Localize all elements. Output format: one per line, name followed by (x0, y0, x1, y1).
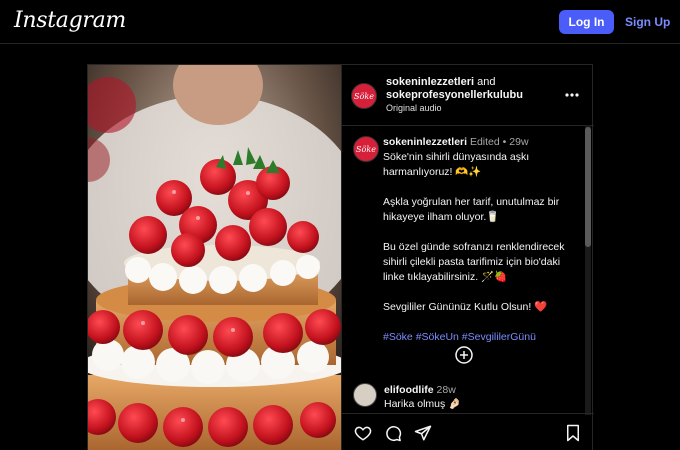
coauthor-name-link[interactable]: sokeprofesyonellerkulubu (386, 89, 561, 102)
comments-scrollbar[interactable] (585, 125, 591, 415)
and-text: and (474, 76, 496, 88)
author-avatar[interactable]: Söke (351, 83, 377, 109)
caption-time: 29w (509, 136, 529, 148)
post-image[interactable] (88, 65, 341, 450)
plus-circle-icon[interactable] (455, 346, 473, 364)
separator-dot: • (502, 136, 507, 148)
post-header: Söke sokeninlezzetleri and sokeprofesyon… (342, 65, 594, 126)
post-caption: sokeninlezzetleri Edited • 29w Söke'nin … (383, 135, 583, 345)
post-author-info: sokeninlezzetleri and sokeprofesyoneller… (386, 76, 561, 115)
post-actions-bar (342, 413, 594, 450)
audio-link[interactable]: Original audio (386, 102, 561, 115)
caption-line-4: Sevgililer Gününüz Kutlu Olsun! ❤️ (383, 301, 548, 313)
send-icon[interactable] (414, 424, 432, 442)
scrollbar-thumb[interactable] (585, 127, 591, 247)
author-name-link[interactable]: sokeninlezzetleri (386, 76, 474, 88)
caption-line-3: Bu özel günde sofranızı renklendirecek s… (383, 241, 565, 283)
instagram-logo[interactable]: Instagram (14, 8, 126, 33)
avatar-logo-text: Söke (354, 91, 374, 101)
login-button[interactable]: Log In (559, 10, 614, 34)
cake-photo (88, 65, 341, 450)
commenter-name-link[interactable]: elifoodlife (384, 384, 434, 396)
comment-icon[interactable] (384, 424, 402, 442)
comment-time: 28w (436, 384, 456, 396)
signup-link[interactable]: Sign Up (625, 15, 670, 29)
top-navbar: Instagram Log In Sign Up (0, 0, 680, 44)
bookmark-icon[interactable] (564, 424, 582, 442)
commenter-avatar[interactable] (353, 383, 377, 407)
comment-body: elifoodlife 28w Harika olmuş 🤌🏻 (384, 383, 461, 411)
more-options-icon[interactable] (564, 87, 580, 103)
caption-author-link[interactable]: sokeninlezzetleri (383, 136, 467, 148)
caption-line-1: Söke'nin sihirli dünyasında aşkı harmanl… (383, 151, 530, 178)
heart-icon[interactable] (354, 424, 372, 442)
post-card: Söke sokeninlezzetleri and sokeprofesyon… (87, 64, 594, 450)
post-sidebar: Söke sokeninlezzetleri and sokeprofesyon… (341, 65, 594, 450)
caption-hashtags[interactable]: #Söke #SökeUn #SevgililerGünü (383, 330, 583, 345)
comments-scroll-area[interactable]: Söke sokeninlezzetleri Edited • 29w Söke… (342, 127, 594, 412)
caption-line-2: Aşkla yoğrulan her tarif, unutulmaz bir … (383, 196, 560, 223)
edited-label: Edited (469, 136, 500, 148)
avatar-logo-text: Söke (356, 144, 376, 154)
comment-text: Harika olmuş 🤌🏻 (384, 398, 462, 410)
caption-author-avatar[interactable]: Söke (353, 136, 379, 162)
